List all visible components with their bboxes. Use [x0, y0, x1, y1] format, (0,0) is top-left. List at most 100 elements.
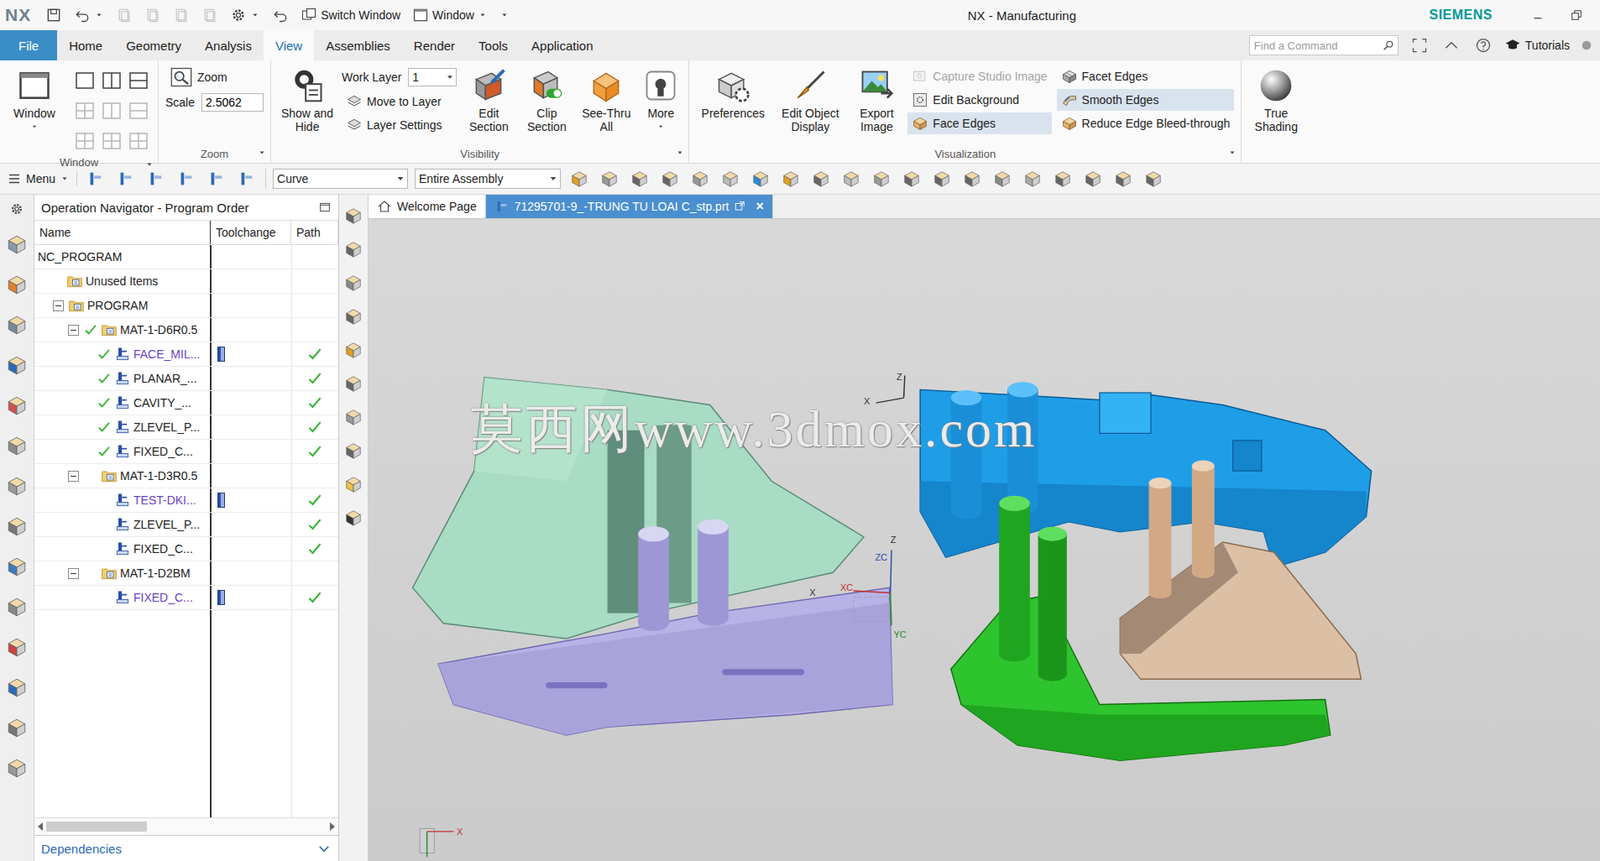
navigator-tool-button[interactable]: [341, 305, 366, 328]
resource-tab[interactable]: [3, 473, 31, 499]
layout-button[interactable]: [99, 99, 120, 123]
ribbon-tab[interactable]: Analysis: [193, 30, 264, 61]
navigator-row[interactable]: PROGRAM: [34, 293, 339, 319]
resource-tab[interactable]: [3, 352, 31, 378]
selection-tool-button[interactable]: [83, 167, 108, 190]
navigator-tool-button[interactable]: [341, 238, 366, 261]
expand-toggle[interactable]: [67, 470, 79, 482]
close-tab-button[interactable]: ×: [750, 198, 764, 215]
undo-button[interactable]: [71, 5, 107, 26]
fullscreen-button[interactable]: [1408, 35, 1431, 56]
navigator-row[interactable]: PLANAR_...: [34, 366, 339, 392]
visualization-option[interactable]: Facet Edges: [1056, 65, 1235, 88]
layout-button[interactable]: [125, 68, 147, 93]
navigator-row[interactable]: TEST-DKI...: [34, 488, 339, 513]
ribbon-tab[interactable]: Assemblies: [313, 30, 403, 61]
navigator-row[interactable]: FACE_MIL...: [34, 342, 339, 367]
snap-tool-button[interactable]: [688, 167, 712, 190]
expand-toggle[interactable]: [67, 324, 79, 336]
navigator-row[interactable]: CAVITY_...: [34, 391, 339, 416]
visualization-button[interactable]: Preferences: [695, 65, 770, 122]
snap-tool-button[interactable]: [990, 167, 1015, 190]
ribbon-tab[interactable]: Render: [402, 30, 467, 61]
navigator-tool-button[interactable]: [341, 204, 366, 227]
navigator-row[interactable]: ZLEVEL_P...: [34, 512, 339, 538]
visualization-option[interactable]: Capture Studio Image: [907, 65, 1051, 88]
move-to-layer-button[interactable]: Move to Layer: [341, 90, 457, 113]
snap-tool-button[interactable]: [809, 167, 833, 190]
snap-tool-button[interactable]: [899, 167, 924, 190]
paste-button[interactable]: [170, 5, 193, 26]
layer-settings-button[interactable]: Layer Settings: [341, 114, 457, 136]
layout-button[interactable]: [72, 68, 93, 93]
visualization-option[interactable]: Smooth Edges: [1056, 88, 1235, 111]
scope-dropdown[interactable]: Entire Assembly: [414, 168, 561, 189]
column-header[interactable]: Toolchange: [210, 220, 292, 245]
scale-input[interactable]: [201, 93, 264, 112]
resource-tab[interactable]: [3, 554, 31, 580]
snap-tool-button[interactable]: [1050, 167, 1075, 190]
ribbon-tab[interactable]: Home: [57, 30, 115, 61]
resource-tab[interactable]: [3, 513, 31, 539]
selection-tool-button[interactable]: [174, 167, 199, 190]
work-layer-dropdown[interactable]: 1: [407, 67, 457, 87]
layout-button[interactable]: [72, 99, 93, 123]
visualization-button[interactable]: Export Image: [850, 65, 903, 136]
repeat-button[interactable]: [198, 5, 221, 26]
resource-tab[interactable]: [3, 634, 31, 660]
layout-button[interactable]: [125, 129, 147, 153]
snap-tool-button[interactable]: [748, 167, 773, 190]
selection-tool-button[interactable]: [114, 167, 138, 190]
visibility-button[interactable]: Edit Section: [461, 65, 516, 136]
visualization-option[interactable]: Reduce Edge Bleed-through: [1056, 112, 1235, 135]
navigator-row[interactable]: MAT-1-D6R0.5: [34, 318, 339, 343]
ribbon-tab[interactable]: View: [263, 30, 314, 61]
snap-tool-button[interactable]: [869, 167, 894, 190]
navigator-tool-button[interactable]: [341, 372, 366, 395]
visualization-button[interactable]: Edit Object Display: [774, 65, 846, 136]
model-viewport[interactable]: ZXZZCXXCYCX莫西网www.3dmox.com: [368, 219, 1600, 861]
snap-tool-button[interactable]: [1020, 167, 1045, 190]
resource-tab[interactable]: [3, 594, 31, 620]
navigator-row[interactable]: FIXED_C...: [34, 537, 339, 562]
ribbon-tab[interactable]: Application: [519, 30, 605, 61]
expand-toggle[interactable]: [52, 300, 64, 312]
snap-tool-button[interactable]: [567, 167, 591, 190]
collapse-ribbon-button[interactable]: [1440, 35, 1463, 56]
window-button[interactable]: Window: [6, 65, 63, 133]
resource-tab[interactable]: [3, 392, 31, 419]
tutorials-button[interactable]: Tutorials: [1504, 36, 1570, 54]
navigator-row[interactable]: FIXED_C...: [34, 585, 339, 611]
column-header[interactable]: Path: [291, 220, 339, 245]
navigator-tool-button[interactable]: [341, 507, 366, 529]
navigator-row[interactable]: Unused Items: [34, 269, 339, 294]
visibility-button[interactable]: Clip Section: [520, 65, 573, 136]
snap-tool-button[interactable]: [1111, 167, 1135, 190]
visibility-button[interactable]: See-Thru All: [577, 65, 635, 136]
restore-button[interactable]: [1566, 5, 1587, 25]
minimize-button[interactable]: [1527, 5, 1548, 25]
customize-button[interactable]: [496, 8, 513, 22]
resource-tab[interactable]: [3, 271, 31, 298]
navigator-row[interactable]: MAT-1-D2BM: [34, 561, 339, 586]
horizontal-scrollbar[interactable]: [34, 817, 339, 836]
resource-tab[interactable]: [3, 312, 31, 338]
show-and-hide-button[interactable]: Show and Hide: [277, 65, 337, 136]
visibility-button[interactable]: More: [639, 65, 682, 133]
snap-tool-button[interactable]: [1081, 167, 1105, 190]
resource-tab[interactable]: [3, 231, 31, 257]
help-button[interactable]: [1472, 35, 1495, 56]
navigator-row[interactable]: ZLEVEL_P...: [34, 415, 339, 440]
navigator-tool-button[interactable]: [341, 406, 366, 429]
true-shading-button[interactable]: True Shading: [1248, 65, 1304, 136]
snap-tool-button[interactable]: [839, 167, 863, 190]
snap-tool-button[interactable]: [930, 167, 954, 190]
search-input[interactable]: [1252, 38, 1382, 53]
menu-button[interactable]: Menu: [6, 171, 78, 187]
window-menu-button[interactable]: Window: [409, 5, 491, 26]
switch-window-button[interactable]: Switch Window: [298, 5, 403, 26]
snap-tool-button[interactable]: [597, 167, 622, 190]
snap-tool-button[interactable]: [718, 167, 743, 190]
navigator-tool-button[interactable]: [341, 473, 366, 496]
layout-button[interactable]: [99, 129, 120, 153]
